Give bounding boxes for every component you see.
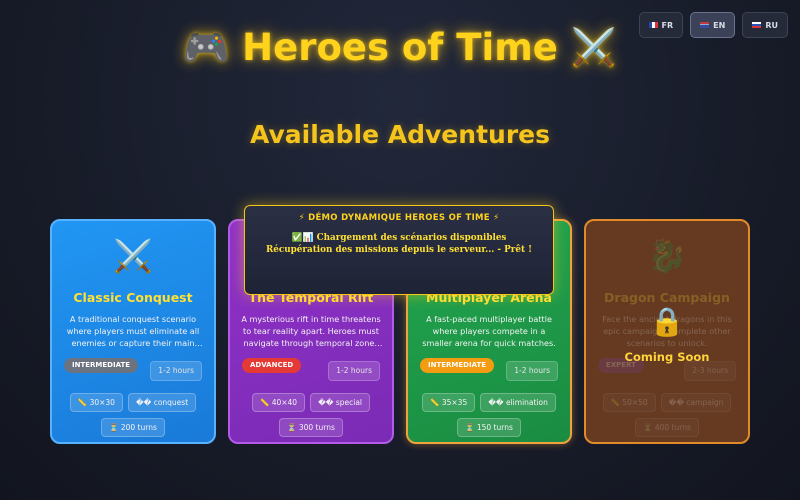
crossed-swords-icon: ⚔️ [113, 237, 153, 275]
coming-soon-label: Coming Soon [624, 350, 710, 364]
objective-tag: �� elimination [480, 393, 556, 412]
difficulty-badge: INTERMEDIATE [64, 358, 139, 373]
duration-badge: 1-2 hours [150, 361, 202, 381]
scenario-title: Classic Conquest [73, 290, 193, 305]
map-size-tag: 📏 35×35 [422, 393, 476, 412]
objective-tag: �� special [310, 393, 371, 412]
duration-badge: 1-2 hours [328, 361, 380, 381]
turns-tag: ⏳ 150 turns [457, 418, 521, 437]
map-size-tag: 📏 30×30 [69, 393, 123, 412]
objective-tag: �� conquest [127, 393, 197, 412]
section-title: Available Adventures [250, 120, 550, 149]
lock-icon: 🔒 [649, 305, 685, 338]
demo-message: ✅📊 Chargement des scénarios disponibles … [266, 233, 532, 255]
scenario-card-dragon-campaign: 🐉 Dragon Campaign Face the ancient drago… [584, 219, 750, 444]
app-title: 🎮 Heroes of Time ⚔️ [183, 26, 617, 69]
scenario-tags: 📏 30×30 �� conquest ⏳ 200 turns [58, 393, 208, 437]
scenario-description: A fast-paced multiplayer battle where pl… [422, 314, 556, 349]
scenario-description: A traditional conquest scenario where pl… [66, 314, 200, 349]
scenario-tags: 📏 35×35 �� elimination ⏳ 150 turns [414, 393, 564, 437]
map-size-tag: 📏 40×40 [251, 393, 306, 412]
demo-title: ⚡ DÉMO DYNAMIQUE HEROES OF TIME ⚡ [298, 213, 500, 223]
scenario-tags: 📏 40×40 �� special ⏳ 300 turns [236, 393, 386, 437]
demo-notification: ⚡ DÉMO DYNAMIQUE HEROES OF TIME ⚡ ✅📊 Cha… [244, 205, 554, 295]
duration-badge: 1-2 hours [506, 361, 558, 381]
scenario-description: A mysterious rift in time threatens to t… [241, 314, 381, 349]
turns-tag: ⏳ 300 turns [279, 418, 343, 437]
scenario-card-classic-conquest[interactable]: ⚔️ Classic Conquest A traditional conque… [50, 219, 216, 444]
lock-overlay: 🔒 Coming Soon [586, 221, 748, 442]
difficulty-badge: ADVANCED [242, 358, 302, 373]
turns-tag: ⏳ 200 turns [101, 418, 165, 437]
difficulty-badge: INTERMEDIATE [420, 358, 495, 373]
